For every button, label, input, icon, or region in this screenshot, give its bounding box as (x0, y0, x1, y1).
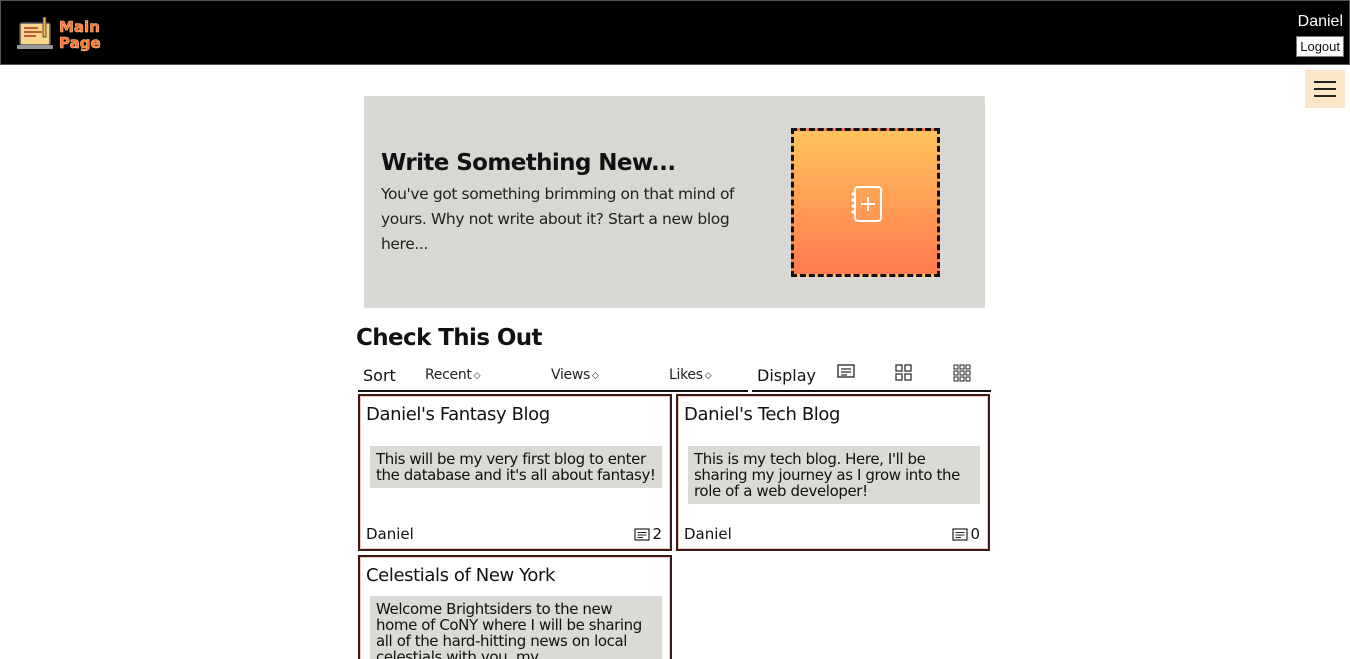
post-count: 2 (634, 525, 662, 543)
logo-text: Main Page (59, 18, 101, 52)
sort-views-button[interactable]: Views ◇ (551, 367, 599, 383)
post-count: 0 (952, 525, 980, 543)
display-bar: Display (752, 362, 991, 392)
grid-view-icon[interactable] (895, 364, 913, 382)
main-page-logo[interactable]: Main Page (17, 13, 107, 59)
logout-button[interactable]: Logout (1296, 36, 1344, 57)
laptop-pencil-icon (17, 17, 53, 49)
blog-author: Daniel (366, 525, 414, 543)
list-view-icon[interactable] (837, 364, 855, 380)
sort-likes-button[interactable]: Likes ◇ (669, 367, 712, 383)
sort-option-label: Recent (425, 367, 472, 383)
hamburger-icon (1314, 95, 1336, 97)
sort-option-label: Likes (669, 367, 703, 383)
blog-title[interactable]: Celestials of New York (366, 565, 555, 586)
menu-button[interactable] (1305, 70, 1345, 108)
sort-chevron-icon: ◇ (473, 371, 481, 381)
posts-icon (952, 527, 969, 541)
blog-description: Welcome Brightsiders to the new home of … (370, 596, 662, 659)
blog-card[interactable]: Celestials of New York Welcome Brightsid… (358, 555, 672, 659)
post-count-value: 0 (970, 525, 980, 543)
blog-card[interactable]: Daniel's Fantasy Blog This will be my ve… (358, 394, 672, 551)
banner-title: Write Something New... (381, 150, 676, 176)
display-label: Display (757, 366, 816, 385)
blog-description: This is my tech blog. Here, I'll be shar… (688, 446, 980, 504)
write-new-banner: Write Something New... You've got someth… (364, 96, 985, 308)
posts-icon (634, 527, 651, 541)
add-note-icon (851, 186, 882, 222)
sort-option-label: Views (551, 367, 591, 383)
sort-chevron-icon: ◇ (704, 371, 712, 381)
blog-author: Daniel (684, 525, 732, 543)
sort-label: Sort (363, 366, 396, 385)
post-count-value: 2 (652, 525, 662, 543)
top-navbar: Main Page Daniel Logout (0, 0, 1350, 65)
blog-card[interactable]: Daniel's Tech Blog This is my tech blog.… (676, 394, 990, 551)
new-blog-button[interactable] (791, 128, 940, 277)
section-title: Check This Out (356, 325, 543, 351)
compact-grid-view-icon[interactable] (953, 364, 971, 382)
user-name: Daniel (1297, 13, 1343, 30)
sort-recent-button[interactable]: Recent ◇ (425, 367, 481, 383)
hamburger-icon (1314, 81, 1336, 83)
blog-title[interactable]: Daniel's Fantasy Blog (366, 404, 550, 425)
sort-bar: Sort Recent ◇ Views ◇ Likes ◇ (358, 362, 748, 392)
blog-description: This will be my very first blog to enter… (370, 446, 662, 488)
hamburger-icon (1314, 88, 1336, 90)
sort-chevron-icon: ◇ (592, 371, 599, 381)
blog-title[interactable]: Daniel's Tech Blog (684, 404, 840, 425)
banner-text: You've got something brimming on that mi… (381, 185, 735, 253)
